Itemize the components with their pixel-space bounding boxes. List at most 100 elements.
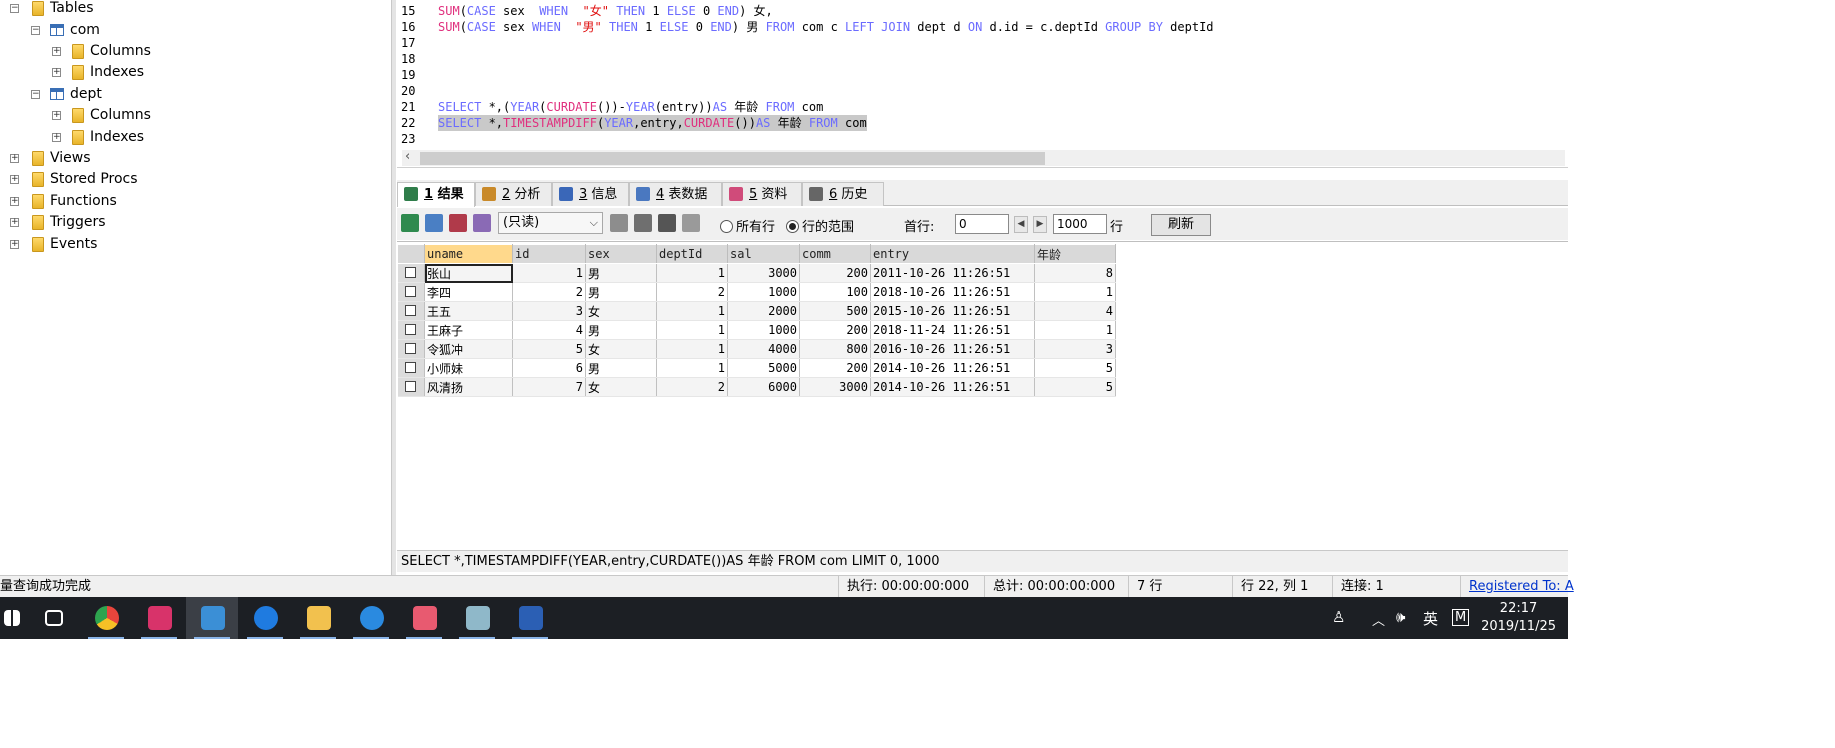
column-header-3[interactable]: deptId [656, 244, 728, 264]
grid-cell[interactable]: 1000 [727, 282, 800, 302]
intellij-icon[interactable] [133, 597, 185, 639]
notepad-icon[interactable] [451, 597, 503, 639]
save-icon[interactable] [634, 214, 652, 232]
grid-cell[interactable]: 2018-11-24 11:26:51 [870, 320, 1035, 340]
scroll-left-icon[interactable]: ‹ [405, 149, 410, 164]
grid-cell[interactable]: 200 [799, 320, 871, 340]
grid-cell[interactable]: 小师妹 [424, 358, 513, 378]
code-line-15[interactable]: SUM(CASE sex WHEN "女" THEN 1 ELSE 0 END)… [438, 3, 773, 19]
grid-cell[interactable]: 女 [585, 377, 657, 397]
collapse-icon[interactable]: − [10, 4, 19, 13]
grid-cell[interactable]: 王五 [424, 301, 513, 321]
collapse-icon[interactable]: − [31, 90, 40, 99]
checkbox-icon[interactable] [405, 381, 417, 392]
tab-3[interactable]: 3 信息 [552, 182, 629, 206]
column-header-2[interactable]: sex [585, 244, 657, 264]
grid-cell[interactable]: 1 [656, 339, 728, 359]
grid-cell[interactable]: 2015-10-26 11:26:51 [870, 301, 1035, 321]
start-icon[interactable] [0, 597, 28, 639]
code-line-22[interactable]: SELECT *,TIMESTAMPDIFF(YEAR,entry,CURDAT… [438, 115, 867, 131]
file-explorer-icon[interactable] [292, 597, 344, 639]
grid-corner[interactable] [397, 244, 425, 264]
expand-icon[interactable]: + [52, 111, 61, 120]
column-header-6[interactable]: entry [870, 244, 1035, 264]
grid-cell[interactable]: 2018-10-26 11:26:51 [870, 282, 1035, 302]
table-row[interactable]: 小师妹 6 男 1 5000 200 2014-10-26 11:26:51 5 [397, 358, 1116, 378]
grid-cell[interactable]: 张山 [424, 263, 513, 283]
grid-cell[interactable]: 6 [512, 358, 586, 378]
grid-cell[interactable]: 200 [799, 263, 871, 283]
expand-icon[interactable]: + [10, 240, 19, 249]
row-checkbox[interactable] [397, 358, 425, 378]
column-header-1[interactable]: id [512, 244, 586, 264]
grid-cell[interactable]: 3000 [799, 377, 871, 397]
registered-link[interactable]: Registered To: A [1460, 576, 1574, 598]
collapse-icon[interactable]: − [31, 26, 40, 35]
expand-icon[interactable]: + [52, 47, 61, 56]
expand-icon[interactable]: + [52, 133, 61, 142]
row-count-input[interactable]: 1000 [1053, 214, 1107, 234]
row-checkbox[interactable] [397, 301, 425, 321]
tree-item-indexes[interactable]: + Indexes [0, 62, 390, 83]
grid-cell[interactable]: 8 [1034, 263, 1116, 283]
first-row-input[interactable]: 0 [955, 214, 1009, 234]
grid-cell[interactable]: 男 [585, 320, 657, 340]
grid-cell[interactable]: 李四 [424, 282, 513, 302]
grid-cell[interactable]: 1 [656, 263, 728, 283]
column-header-0[interactable]: uname [424, 244, 513, 264]
tab-2[interactable]: 2 分析 [475, 182, 552, 206]
grid-cell[interactable]: 1 [656, 358, 728, 378]
clock-app-icon[interactable] [345, 597, 397, 639]
grid-cell[interactable]: 4000 [727, 339, 800, 359]
word-icon[interactable] [504, 597, 556, 639]
delete-icon[interactable] [658, 214, 676, 232]
grid-cell[interactable]: 1 [656, 320, 728, 340]
row-checkbox[interactable] [397, 339, 425, 359]
grid-cell[interactable]: 5 [512, 339, 586, 359]
readonly-select[interactable]: (只读) ⌵ [498, 212, 603, 234]
tab-4[interactable]: 4 表数据 [629, 182, 722, 206]
grid-cell[interactable]: 5 [1034, 377, 1116, 397]
expand-icon[interactable]: + [10, 154, 19, 163]
export-icon[interactable] [401, 214, 419, 232]
save-grid-icon[interactable] [449, 214, 467, 232]
ime-indicator[interactable]: 英 [1423, 608, 1438, 629]
row-checkbox[interactable] [397, 320, 425, 340]
chrome-icon[interactable] [80, 597, 132, 639]
sql-editor[interactable]: 15 16 17 18 19 20 21 22 23 ‹ SUM(CASE sex WHEN "… [397, 0, 1568, 168]
column-header-5[interactable]: comm [799, 244, 871, 264]
sogou-icon[interactable] [239, 597, 291, 639]
grid-cell[interactable]: 5 [1034, 358, 1116, 378]
tree-item-columns[interactable]: + Columns [0, 105, 390, 126]
grid-cell[interactable]: 4 [512, 320, 586, 340]
checkbox-icon[interactable] [405, 324, 417, 335]
grid-cell[interactable]: 1 [512, 263, 586, 283]
table-row[interactable]: 令狐冲 5 女 1 4000 800 2016-10-26 11:26:51 3 [397, 339, 1116, 359]
grid-cell[interactable]: 2000 [727, 301, 800, 321]
splitter[interactable] [392, 0, 396, 575]
copy-icon[interactable] [425, 214, 443, 232]
row-checkbox[interactable] [397, 282, 425, 302]
grid-cell[interactable]: 1000 [727, 320, 800, 340]
grid-cell[interactable]: 2 [512, 282, 586, 302]
insert-row-icon[interactable] [610, 214, 628, 232]
radio-row-range[interactable]: 行的范围 [786, 216, 854, 235]
grid-cell[interactable]: 1 [1034, 282, 1116, 302]
tree-item-indexes[interactable]: + Indexes [0, 127, 390, 148]
grid-cell[interactable]: 800 [799, 339, 871, 359]
row-checkbox[interactable] [397, 263, 425, 283]
grid-view-icon[interactable] [473, 214, 491, 232]
checkbox-icon[interactable] [405, 286, 417, 297]
grid-cell[interactable]: 6000 [727, 377, 800, 397]
tree-item-columns[interactable]: + Columns [0, 41, 390, 62]
tree-item-stored-procs[interactable]: + Stored Procs [0, 169, 390, 190]
radio-row-range-circle[interactable] [786, 220, 799, 233]
checkbox-icon[interactable] [405, 305, 417, 316]
radio-all-rows[interactable]: 所有行 [720, 216, 775, 235]
table-row[interactable]: 王麻子 4 男 1 1000 200 2018-11-24 11:26:51 1 [397, 320, 1116, 340]
tab-1[interactable]: 1 结果 [397, 182, 475, 207]
sqlyog-icon[interactable] [186, 597, 238, 639]
tab-5[interactable]: 5 资料 [722, 182, 802, 206]
checkbox-icon[interactable] [405, 362, 417, 373]
expand-icon[interactable]: + [10, 197, 19, 206]
